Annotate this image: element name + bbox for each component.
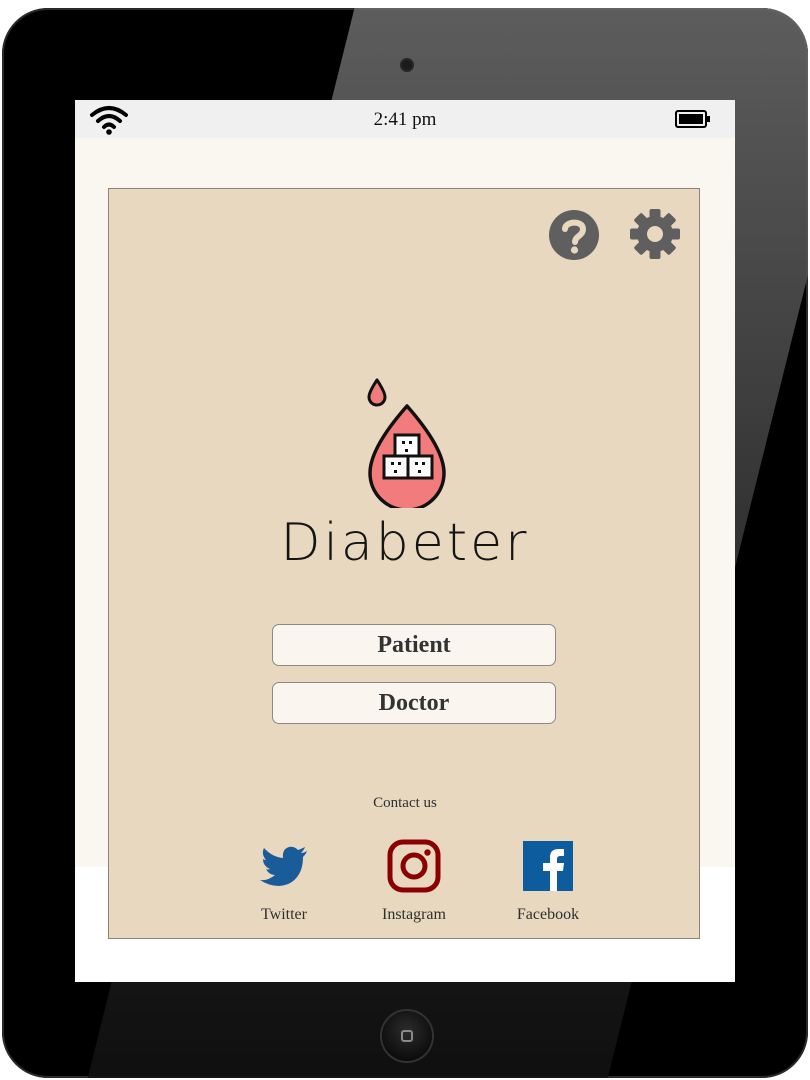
facebook-icon (523, 841, 573, 891)
help-icon[interactable] (548, 209, 600, 261)
patient-button[interactable]: Patient (272, 624, 556, 666)
instagram-icon (387, 839, 441, 893)
twitter-icon (260, 846, 307, 886)
status-time: 2:41 pm (373, 109, 437, 130)
status-bar: 2:41 pm (75, 100, 735, 138)
gear-icon[interactable] (628, 207, 682, 261)
battery-icon (675, 110, 710, 128)
twitter-link[interactable]: Twitter (234, 839, 334, 924)
facebook-link[interactable]: Facebook (498, 839, 598, 924)
home-button[interactable] (382, 1011, 432, 1061)
welcome-panel: Diabeter Patient Doctor Contact us Twitt… (108, 188, 700, 939)
brand-name: Diabeter (280, 513, 530, 573)
facebook-label: Facebook (516, 906, 580, 923)
instagram-link[interactable]: Instagram (364, 839, 464, 924)
tablet-device: 2:41 pm Diabeter Patient Doctor Contact … (0, 0, 810, 1080)
instagram-label: Instagram (382, 906, 446, 923)
home-button-icon (401, 1030, 413, 1042)
doctor-button[interactable]: Doctor (272, 682, 556, 724)
twitter-label: Twitter (261, 906, 307, 923)
blood-drop-sugar-logo-icon (367, 378, 446, 508)
contact-us-label: Contact us (373, 795, 437, 811)
screen: 2:41 pm Diabeter Patient Doctor Contact … (75, 100, 735, 982)
camera (402, 60, 412, 70)
